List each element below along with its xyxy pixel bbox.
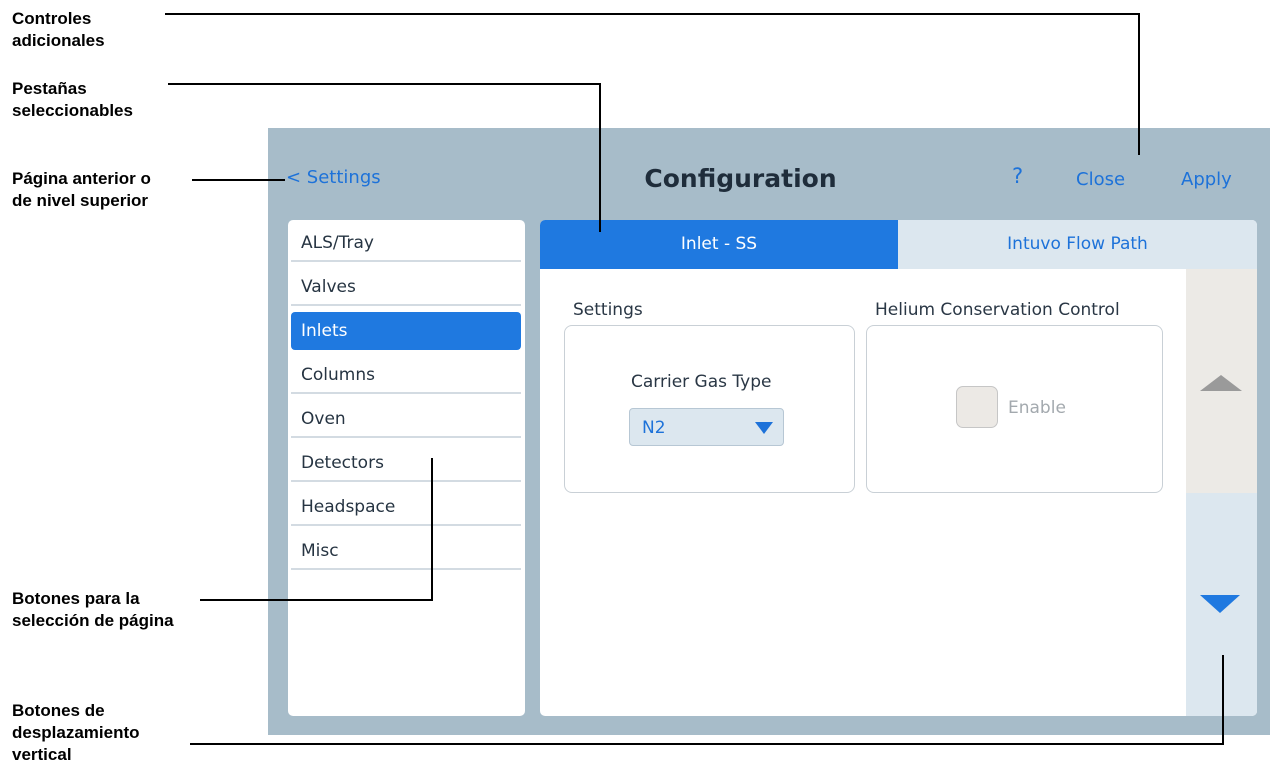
sidebar-item-inlets[interactable]: Inlets	[291, 312, 521, 350]
chevron-down-icon	[755, 422, 773, 434]
arrow-up-icon	[1200, 375, 1242, 391]
back-to-settings-link[interactable]: < Settings	[286, 167, 381, 188]
scroll-up-button[interactable]	[1186, 269, 1257, 493]
callout-scroll-buttons: Botones de desplazamiento vertical	[12, 701, 140, 764]
callout-additional-controls: Controles adicionales	[12, 9, 105, 50]
content-panel: Inlet - SS Intuvo Flow Path Settings Hel…	[540, 220, 1257, 716]
sidebar-item-misc[interactable]: Misc	[291, 532, 521, 570]
carrier-gas-type-label: Carrier Gas Type	[631, 372, 772, 392]
settings-section-label: Settings	[573, 300, 643, 320]
enable-checkbox[interactable]	[956, 386, 998, 428]
settings-panel: Carrier Gas Type N2	[564, 325, 855, 493]
carrier-gas-type-value: N2	[642, 418, 666, 438]
sidebar-item-headspace[interactable]: Headspace	[291, 488, 521, 526]
apply-button[interactable]: Apply	[1181, 169, 1232, 190]
page-title: Configuration	[644, 164, 837, 193]
callout-previous-page: Página anterior o de nivel superior	[12, 169, 151, 210]
helium-section-label: Helium Conservation Control	[875, 300, 1120, 320]
tab-inlet-ss[interactable]: Inlet - SS	[540, 220, 898, 269]
helium-conservation-panel: Enable	[866, 325, 1163, 493]
callout-selectable-tabs: Pestañas seleccionables	[12, 79, 133, 120]
callout-page-selection-buttons: Botones para la selección de página	[12, 589, 174, 630]
scroll-down-button[interactable]	[1186, 493, 1257, 716]
sidebar-item-columns[interactable]: Columns	[291, 356, 521, 394]
tab-intuvo-flow-path[interactable]: Intuvo Flow Path	[898, 220, 1257, 269]
arrow-down-icon	[1200, 595, 1240, 613]
sidebar-item-oven[interactable]: Oven	[291, 400, 521, 438]
sidebar-item-detectors[interactable]: Detectors	[291, 444, 521, 482]
sidebar-item-valves[interactable]: Valves	[291, 268, 521, 306]
sidebar-item-als-tray[interactable]: ALS/Tray	[291, 224, 521, 262]
page-selection-sidebar: ALS/Tray Valves Inlets Columns Oven Dete…	[288, 220, 525, 716]
close-button[interactable]: Close	[1076, 169, 1125, 190]
help-button[interactable]: ?	[1012, 164, 1023, 188]
enable-label: Enable	[1008, 398, 1066, 418]
carrier-gas-type-select[interactable]: N2	[629, 408, 784, 446]
configuration-screen: < Settings Configuration ? Close Apply A…	[268, 128, 1270, 735]
